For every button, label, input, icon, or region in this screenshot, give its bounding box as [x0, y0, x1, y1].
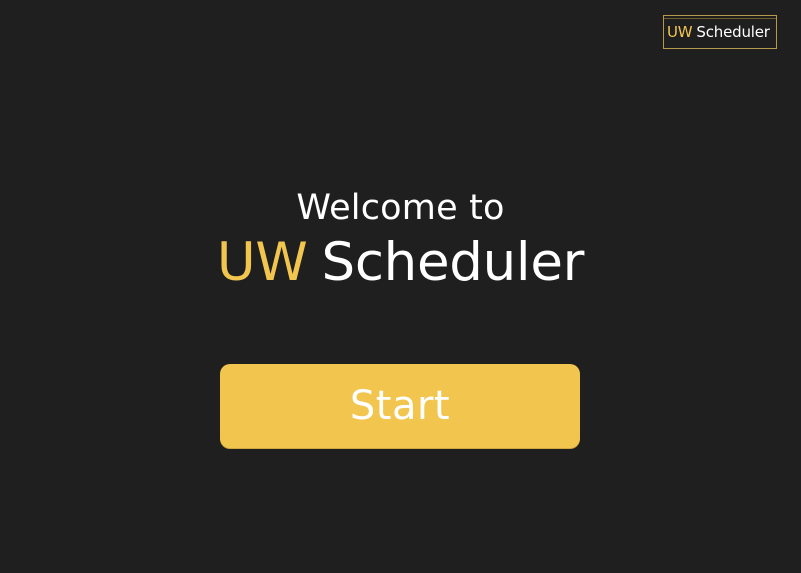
logo-uw-text: UW [667, 23, 693, 41]
app-title-uw: UW [216, 232, 308, 293]
app-logo-badge: UW Scheduler [663, 15, 777, 49]
start-button[interactable]: Start [220, 364, 580, 448]
app-title: UW Scheduler [0, 232, 801, 294]
logo-scheduler-text: Scheduler [696, 23, 770, 41]
welcome-heading: Welcome to [296, 188, 505, 228]
welcome-hero: Welcome to UW Scheduler [0, 186, 801, 294]
app-title-scheduler: Scheduler [321, 232, 585, 293]
